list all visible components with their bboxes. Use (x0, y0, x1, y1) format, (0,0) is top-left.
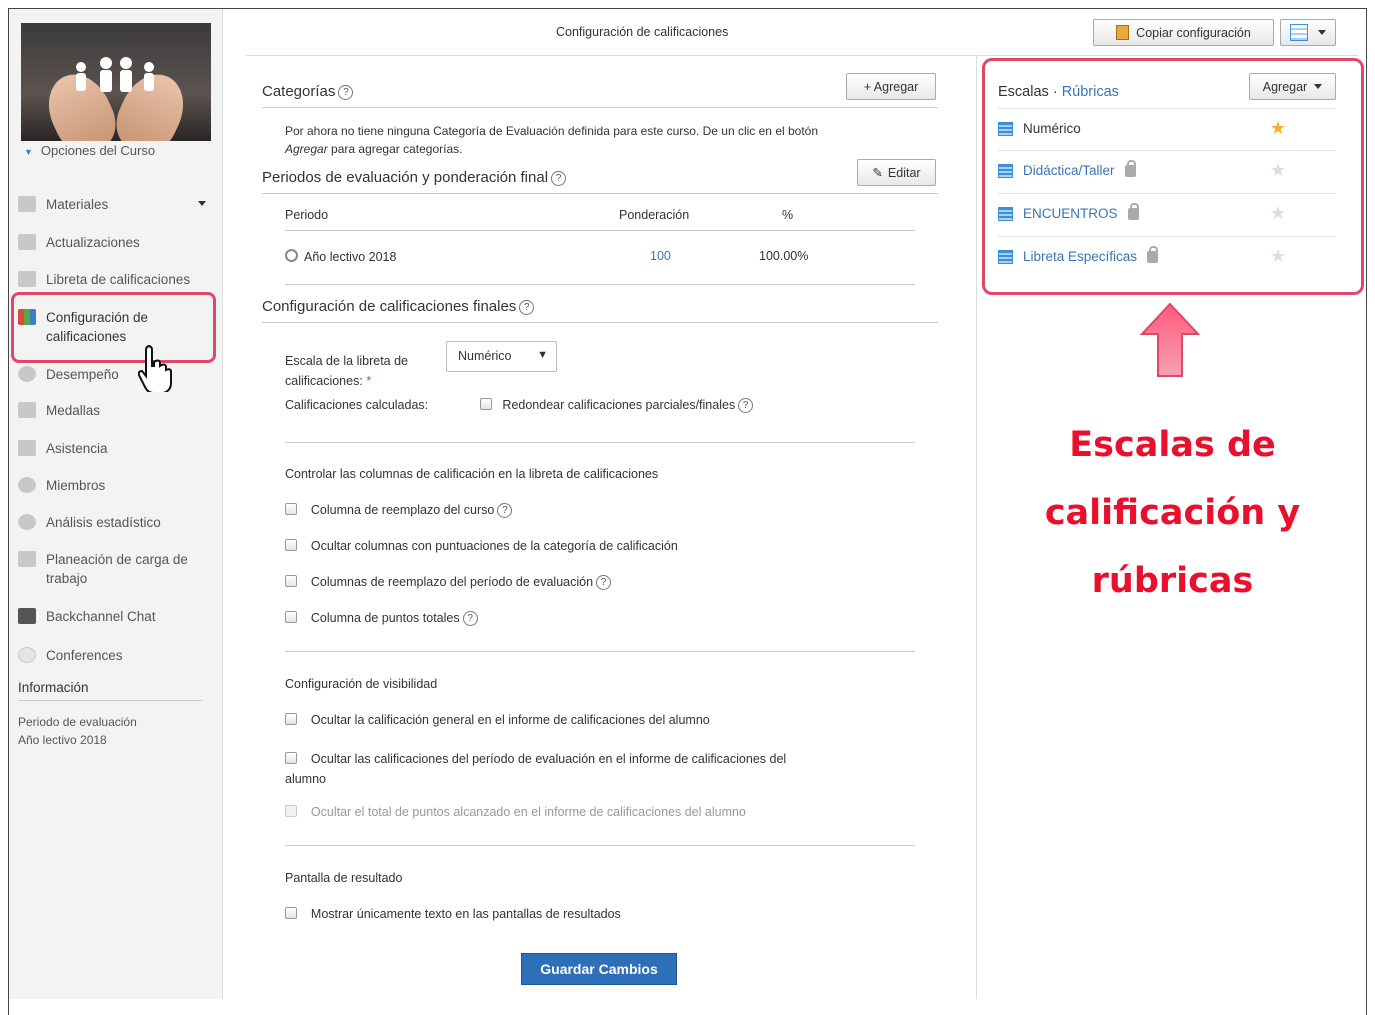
checkbox[interactable] (285, 611, 297, 623)
divider (285, 442, 915, 443)
book-icon (1290, 24, 1308, 41)
help-icon[interactable]: ? (738, 398, 754, 413)
columns-heading: Controlar las columnas de calificación e… (285, 467, 659, 481)
checkbox[interactable] (285, 503, 297, 515)
sidebar-item-libreta[interactable]: Libreta de calificaciones (18, 270, 190, 289)
column-header-period: Periodo (285, 208, 329, 222)
period-row: Año lectivo 2018 (285, 249, 396, 264)
scale-select[interactable]: Numérico ▼ (446, 341, 557, 372)
add-category-button[interactable]: + Agregar (846, 73, 936, 100)
help-icon[interactable]: ? (551, 171, 567, 186)
dropdown-arrow-icon (198, 201, 206, 206)
checkbox-disabled (285, 805, 297, 817)
column-header-percent: % (782, 208, 794, 222)
scale-label: Escala de la libreta de calificaciones: … (285, 354, 408, 388)
visibility-option[interactable]: Ocultar la calificación general en el in… (285, 713, 710, 727)
hand-cursor-icon (138, 345, 172, 392)
pencil-icon: ✎ (872, 166, 883, 180)
sidebar-item-miembros[interactable]: Miembros (18, 476, 105, 495)
clipboard-icon (1116, 25, 1130, 40)
divider (285, 230, 915, 231)
sidebar-item-asistencia[interactable]: Asistencia (18, 439, 108, 458)
info-heading: Información (18, 680, 89, 695)
info-period-value: Año lectivo 2018 (18, 733, 107, 747)
sidebar-item-backchannel[interactable]: Backchannel Chat (18, 607, 156, 626)
edit-periods-button[interactable]: ✎ Editar (857, 159, 936, 186)
caret-down-icon: ▼ (537, 349, 548, 361)
conference-icon (18, 647, 36, 663)
divider (262, 322, 938, 323)
final-config-heading: Configuración de calificaciones finales? (262, 298, 535, 315)
sidebar-item-medallas[interactable]: Medallas (18, 401, 100, 420)
round-option[interactable]: Redondear calificaciones parciales/final… (480, 398, 754, 413)
copy-config-button[interactable]: Copiar configuración (1093, 19, 1274, 46)
sidebar-item-actualizaciones[interactable]: Actualizaciones (18, 233, 140, 252)
pie-chart-icon (18, 514, 36, 530)
caret-down-icon (1318, 30, 1326, 35)
checkbox[interactable] (285, 907, 297, 919)
members-icon (18, 477, 36, 493)
column-option[interactable]: Columna de reemplazo del curso? (285, 503, 513, 518)
course-options-toggle[interactable]: ▼ Opciones del Curso (24, 143, 155, 158)
divider (262, 193, 938, 194)
workload-icon (18, 551, 36, 567)
checkbox[interactable] (285, 752, 297, 764)
period-weight-link[interactable]: 100 (650, 249, 671, 263)
chat-icon (18, 608, 36, 624)
divider (285, 845, 915, 846)
column-option[interactable]: Columna de puntos totales? (285, 611, 478, 626)
round-checkbox[interactable] (480, 398, 492, 410)
annotation-line-3: rúbricas (1091, 561, 1254, 601)
checkbox[interactable] (285, 713, 297, 725)
gradebook-icon (18, 271, 36, 287)
categories-help-text: Por ahora no tiene ninguna Categoría de … (285, 124, 819, 156)
page-title: Configuración de calificaciones (556, 25, 729, 39)
period-percent: 100.00% (759, 249, 809, 263)
divider (262, 107, 938, 108)
caret-down-icon: ▼ (24, 147, 33, 157)
sidebar-item-conferences[interactable]: Conferences (18, 646, 123, 665)
visibility-option-disabled: Ocultar el total de puntos alcanzado en … (285, 805, 746, 819)
sidebar-item-analisis[interactable]: Análisis estadístico (18, 513, 161, 532)
save-changes-button[interactable]: Guardar Cambios (521, 953, 677, 985)
divider (285, 651, 915, 652)
help-icon[interactable]: ? (338, 85, 354, 100)
annotation-line-2: calificación y (1044, 493, 1301, 533)
column-option[interactable]: Ocultar columnas con puntuaciones de la … (285, 539, 678, 553)
sidebar-item-desempeno[interactable]: Desempeño (18, 365, 119, 384)
visibility-option[interactable]: Ocultar las calificaciones del período d… (285, 749, 905, 789)
course-image (21, 23, 211, 141)
info-divider (18, 700, 202, 701)
info-period-label: Periodo de evaluación (18, 715, 137, 729)
sidebar-item-planeacion[interactable]: Planeación de carga de trabajo (18, 550, 218, 588)
categories-heading: Categorías? (262, 83, 354, 100)
periods-heading: Periodos de evaluación y ponderación fin… (262, 169, 567, 186)
period-icon (285, 249, 298, 262)
materials-icon (18, 196, 36, 212)
visibility-heading: Configuración de visibilidad (285, 677, 438, 691)
results-option[interactable]: Mostrar únicamente texto en las pantalla… (285, 907, 621, 921)
checkbox[interactable] (285, 575, 297, 587)
updates-icon (18, 234, 36, 250)
column-header-weight: Ponderación (619, 208, 690, 222)
sidebar-item-materiales[interactable]: Materiales (18, 195, 206, 214)
up-arrow-icon (1140, 302, 1200, 377)
help-icon[interactable]: ? (519, 300, 535, 315)
attendance-icon (18, 440, 36, 456)
checkbox[interactable] (285, 539, 297, 551)
sidebar-highlight-box (11, 292, 216, 363)
help-icon[interactable]: ? (596, 575, 612, 590)
badge-icon (18, 402, 36, 418)
column-option[interactable]: Columnas de reemplazo del período de eva… (285, 575, 612, 590)
annotation-line-1: Escalas de (1069, 425, 1276, 465)
results-heading: Pantalla de resultado (285, 871, 403, 885)
calculated-label: Calificaciones calculadas: (285, 398, 429, 412)
help-icon[interactable]: ? (497, 503, 513, 518)
performance-icon (18, 366, 36, 382)
scales-highlight-box (982, 58, 1364, 295)
divider (285, 284, 915, 285)
gradebook-menu-button[interactable] (1280, 19, 1336, 46)
help-icon[interactable]: ? (462, 611, 478, 626)
